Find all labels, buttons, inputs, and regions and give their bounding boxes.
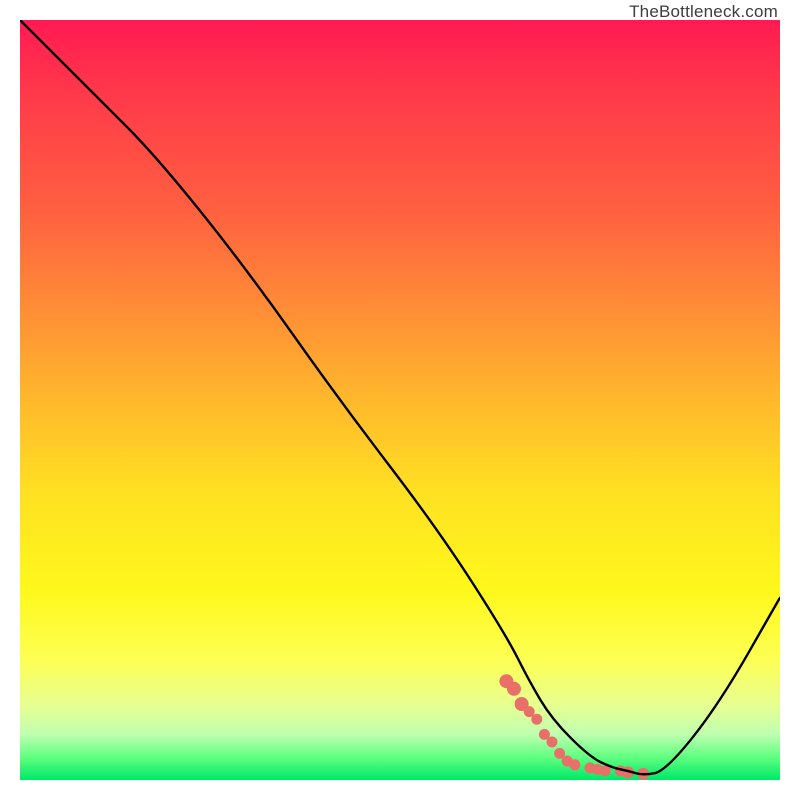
marker-dot: [507, 682, 521, 696]
marker-dot: [547, 737, 558, 748]
bottleneck-curve-path: [20, 20, 780, 774]
plot-gradient-area: [20, 20, 780, 780]
marker-dot: [569, 759, 580, 770]
bottleneck-chart: TheBottleneck.com: [0, 0, 800, 800]
watermark-text: TheBottleneck.com: [629, 2, 778, 22]
marker-group: [499, 674, 649, 780]
chart-svg: [20, 20, 780, 780]
marker-dot: [531, 714, 542, 725]
